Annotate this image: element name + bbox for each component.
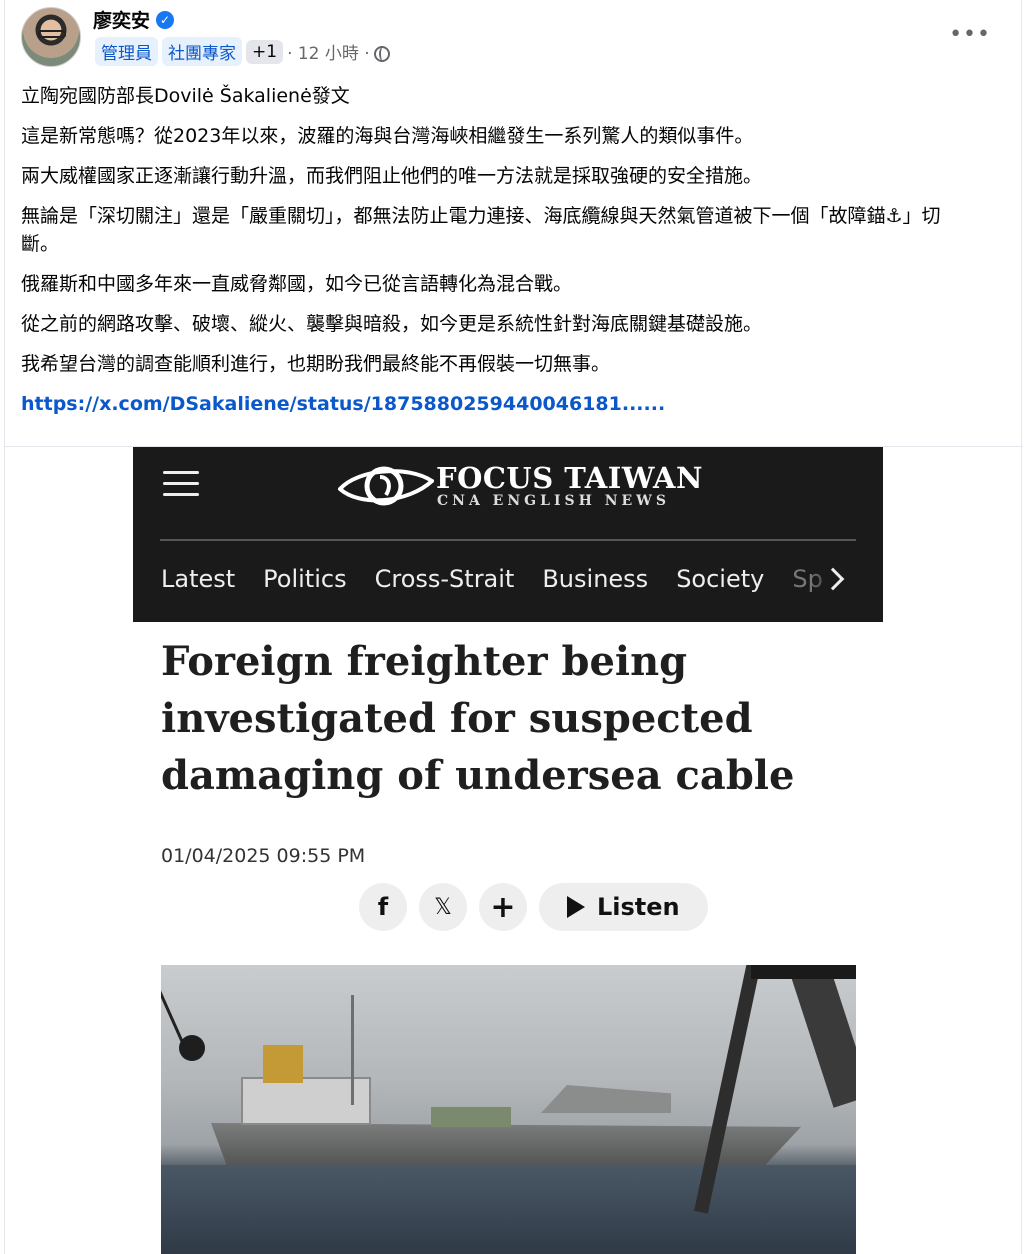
play-icon: [567, 896, 585, 918]
article-date: 01/04/2025 09:55 PM: [161, 845, 366, 867]
post-time[interactable]: · 12 小時 ·: [287, 39, 370, 64]
nav-item-society[interactable]: Society: [676, 565, 764, 593]
article-photo: [161, 965, 856, 1254]
buoy-ball: [179, 1035, 205, 1061]
more-share-button[interactable]: +: [479, 883, 527, 931]
boat-roof: [751, 965, 856, 979]
post-paragraph: 立陶宛國防部長Dovilė Šakalienė發文: [21, 85, 350, 107]
listen-label: Listen: [597, 893, 680, 921]
verified-icon: ✓: [156, 10, 175, 29]
article-headline: Foreign freighter being investigated for…: [161, 638, 795, 799]
menu-icon[interactable]: [163, 471, 199, 497]
x-share-button[interactable]: 𝕏: [419, 883, 467, 931]
site-title: FOCUS TAIWAN: [436, 461, 704, 495]
chevron-right-icon[interactable]: [821, 567, 845, 591]
more-options-icon[interactable]: •••: [949, 22, 991, 47]
nav-item-cross-strait[interactable]: Cross-Strait: [375, 565, 515, 593]
facebook-share-button[interactable]: f: [359, 883, 407, 931]
badge-more[interactable]: +1: [246, 39, 284, 64]
ship-mast: [351, 995, 354, 1105]
sea-waves: [161, 1165, 856, 1254]
x-icon: 𝕏: [434, 894, 452, 920]
site-header: FOCUS TAIWAN CNA ENGLISH NEWS Latest Pol…: [133, 447, 883, 622]
avatar[interactable]: [21, 7, 81, 67]
attached-image[interactable]: FOCUS TAIWAN CNA ENGLISH NEWS Latest Pol…: [133, 447, 883, 1254]
post-paragraph: 兩大威權國家正逐漸讓行動升溫，而我們阻止他們的唯一方法就是採取強硬的安全措施。: [21, 165, 763, 187]
badge-group-expert[interactable]: 社團專家: [162, 37, 242, 66]
ship-funnel: [263, 1045, 303, 1083]
eye-logo-icon: [338, 466, 434, 506]
listen-button[interactable]: Listen: [539, 883, 708, 931]
ship-containers: [431, 1107, 511, 1127]
boat-frame: [790, 965, 856, 1108]
post-paragraph: 這是新常態嗎？從2023年以來，波羅的海與台灣海峽相繼發生一系列驚人的類似事件。: [21, 125, 754, 147]
author-name-text[interactable]: 廖奕安: [93, 6, 150, 33]
site-subtitle: CNA ENGLISH NEWS: [437, 493, 671, 509]
post-link[interactable]: https://x.com/DSakaliene/status/18758802…: [21, 393, 665, 415]
post-paragraph: 無論是「深切關注」還是「嚴重關切」，都無法防止電力連接、海底纜線與天然氣管道被下…: [21, 205, 941, 255]
site-nav: Latest Politics Cross-Strait Business So…: [161, 565, 823, 593]
author-name[interactable]: 廖奕安 ✓: [93, 6, 175, 33]
post-paragraph: 從之前的網路攻擊、破壞、縱火、襲擊與暗殺，如今更是系統性針對海底關鍵基礎設施。: [21, 313, 763, 335]
ship-crane: [541, 1085, 671, 1113]
post-body: 立陶宛國防部長Dovilė Šakalienė發文 這是新常態嗎？從2023年以…: [21, 82, 1001, 430]
post-paragraph: 俄羅斯和中國多年來一直威脅鄰國，如今已從言語轉化為混合戰。: [21, 273, 573, 295]
nav-item-politics[interactable]: Politics: [263, 565, 346, 593]
globe-icon: [373, 45, 390, 62]
badge-admin[interactable]: 管理員: [95, 37, 158, 66]
nav-item-business[interactable]: Business: [542, 565, 648, 593]
post-meta: 管理員 社團專家 +1 · 12 小時 ·: [95, 37, 390, 66]
share-row: f 𝕏 + Listen: [359, 883, 708, 931]
plus-icon: +: [490, 889, 516, 925]
nav-item-latest[interactable]: Latest: [161, 565, 235, 593]
nav-divider: [160, 539, 856, 541]
facebook-icon: f: [377, 893, 389, 921]
nav-scroll[interactable]: [811, 559, 871, 603]
post-paragraph: 我希望台灣的調查能順利進行，也期盼我們最終能不再假裝一切無事。: [21, 353, 611, 375]
